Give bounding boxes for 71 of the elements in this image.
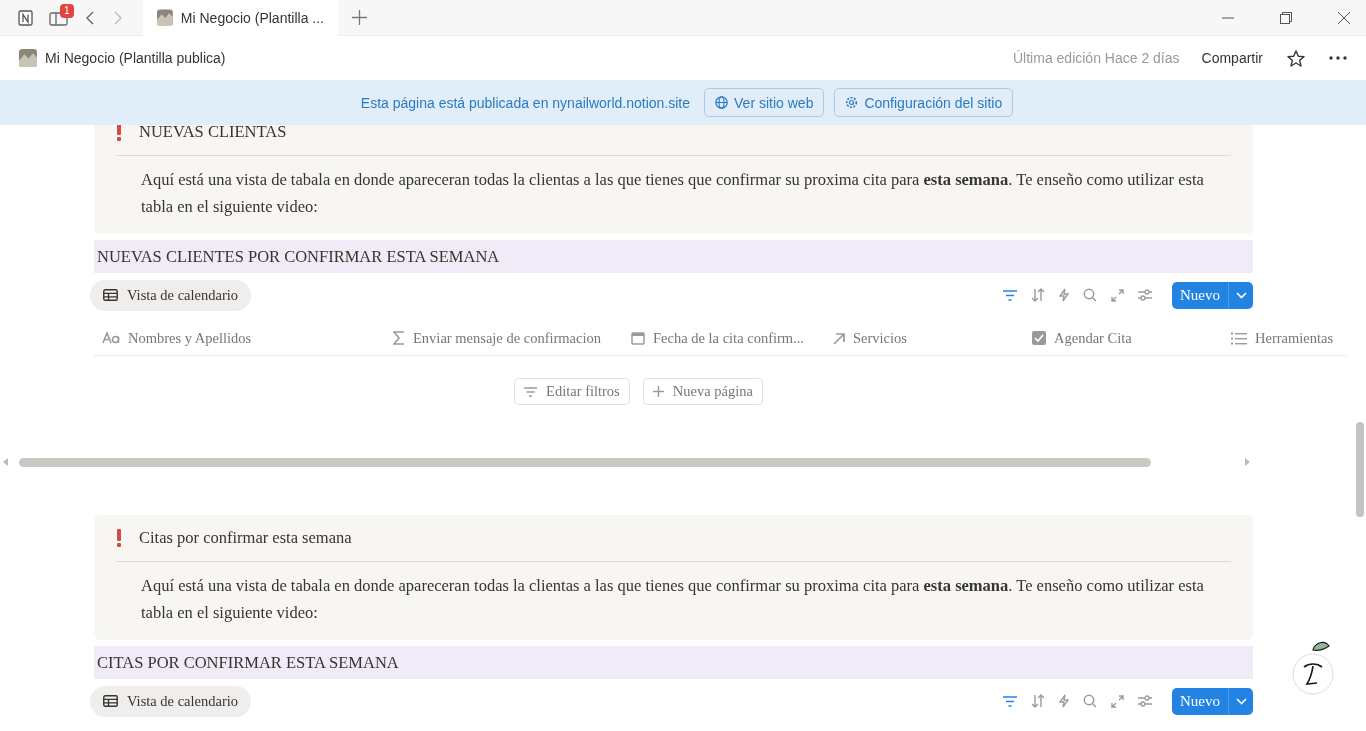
plus-icon — [652, 386, 664, 397]
notification-badge: 1 — [60, 3, 74, 18]
settings-icon — [845, 96, 859, 109]
calendar-icon — [631, 331, 645, 345]
callout-text: Aquí está una vista de tabala en donde apareceran todas la clientas a las que tienes que confirmar su proxima cita para esta semana. Te enseño como utilizar esta tabla en el siguiente video: — [141, 575, 1205, 624]
page-icon — [19, 49, 37, 67]
globe-icon — [715, 96, 729, 109]
search-icon[interactable] — [1083, 694, 1097, 708]
filter-icon[interactable] — [1003, 289, 1017, 301]
callout-text: Aquí está una vista de tabala en donde apareceran todas la clientas a las que tienes que confirmar su proxima cita para esta semana. Te enseño como utilizar esta tabla en el siguiente video: — [141, 169, 1205, 218]
expand-icon[interactable] — [1111, 694, 1124, 708]
scroll-left-icon[interactable] — [3, 458, 8, 466]
assistant-button[interactable] — [1290, 640, 1336, 698]
column-header[interactable]: Enviar mensaje de confirmacion — [385, 321, 623, 355]
empty-action-button[interactable]: Nueva página — [642, 378, 763, 405]
view-tab[interactable]: Vista de calendario — [90, 685, 252, 717]
share-button[interactable]: Compartir — [1201, 50, 1263, 66]
page-icon — [157, 9, 173, 26]
banner-button[interactable]: Ver sitio web — [704, 88, 825, 117]
breadcrumb[interactable]: Mi Negocio (Plantilla publica) — [45, 50, 226, 66]
new-button[interactable]: Nuevo — [1172, 281, 1229, 309]
settings-icon[interactable] — [1138, 289, 1152, 301]
new-tab-icon[interactable] — [352, 10, 367, 25]
callout-title: NUEVAS CLIENTAS — [139, 125, 287, 142]
exclamation-icon — [116, 529, 122, 547]
lightning-icon[interactable] — [1059, 288, 1069, 302]
close-icon[interactable] — [1338, 11, 1350, 24]
table-icon — [103, 289, 118, 301]
search-icon[interactable] — [1083, 288, 1097, 302]
app-logo-icon[interactable] — [18, 9, 34, 26]
caret-icon — [1235, 291, 1247, 299]
back-icon[interactable] — [85, 10, 94, 25]
lightning-icon[interactable] — [1059, 694, 1069, 708]
sigma-icon — [393, 331, 405, 345]
forward-icon[interactable] — [114, 10, 123, 25]
caret-icon — [1235, 697, 1247, 705]
callout-title: Citas por confirmar esta semana — [139, 528, 352, 548]
sketch-drawing — [1291, 640, 1335, 696]
star-icon[interactable] — [1287, 49, 1305, 67]
exclamation-icon — [116, 125, 122, 141]
filter-icon — [524, 386, 538, 397]
section-heading: NUEVAS CLIENTES POR CONFIRMAR ESTA SEMANA — [94, 240, 1253, 273]
new-button[interactable]: Nuevo — [1172, 687, 1229, 715]
column-header[interactable]: Agendar Cita — [1024, 321, 1223, 355]
checkbox-icon — [1032, 331, 1046, 345]
text-icon — [102, 332, 120, 344]
list-icon — [1231, 331, 1247, 345]
more-icon[interactable] — [1329, 56, 1347, 60]
column-header[interactable]: Nombres y Apellidos — [94, 321, 385, 355]
restore-icon[interactable] — [1280, 11, 1292, 24]
scroll-right-icon[interactable] — [1245, 458, 1250, 466]
table-icon — [103, 695, 118, 707]
column-header[interactable]: Servicios — [824, 321, 1024, 355]
sort-icon[interactable] — [1031, 694, 1045, 708]
empty-action-button[interactable]: Editar filtros — [514, 378, 630, 405]
settings-icon[interactable] — [1138, 695, 1152, 707]
filter-icon[interactable] — [1003, 695, 1017, 707]
browser-tab[interactable]: Mi Negocio (Plantilla ... — [143, 0, 338, 36]
banner-message: Esta página está publicada en nynailworld.notion.site — [360, 94, 691, 111]
arrow-icon — [832, 331, 845, 345]
column-header[interactable]: Herramientas — [1223, 321, 1347, 355]
tab-title: Mi Negocio (Plantilla ... — [180, 9, 324, 26]
section-heading: CITAS POR CONFIRMAR ESTA SEMANA — [94, 646, 1253, 679]
horizontal-scrollbar[interactable] — [19, 457, 1151, 467]
sort-icon[interactable] — [1031, 288, 1045, 302]
banner-button[interactable]: Configuración del sitio — [834, 88, 1014, 117]
vertical-scrollbar[interactable] — [1355, 422, 1364, 517]
view-tab[interactable]: Vista de calendario — [90, 279, 252, 311]
expand-icon[interactable] — [1111, 288, 1124, 302]
last-edited-text: Última edición Hace 2 días — [1013, 50, 1180, 66]
column-header[interactable]: Fecha de la cita confirm... — [623, 321, 824, 355]
